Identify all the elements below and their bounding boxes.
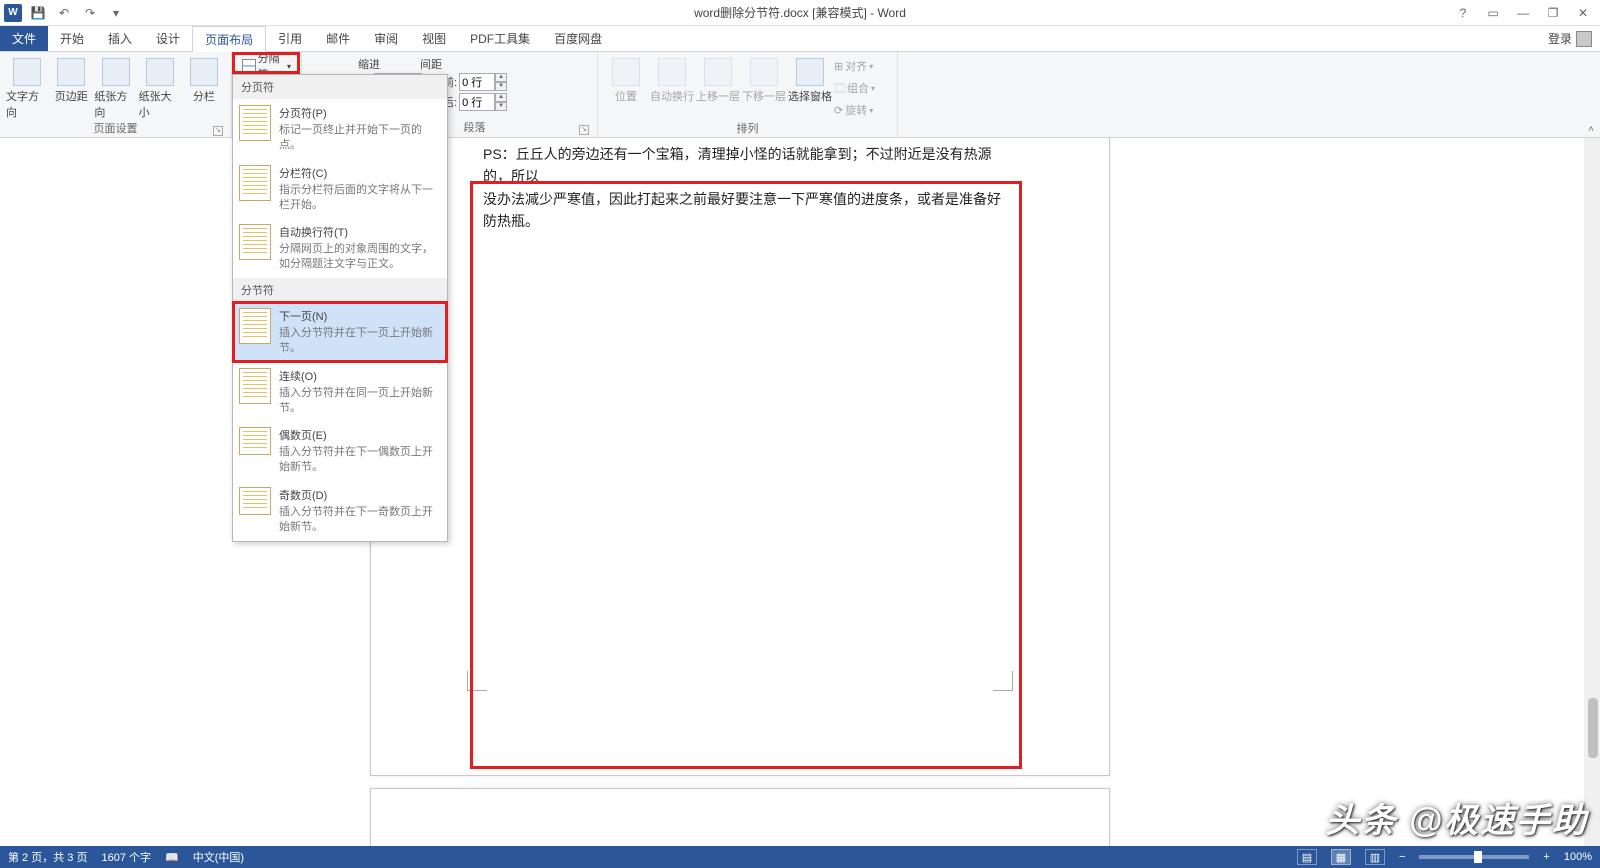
- undo-button[interactable]: ↶: [54, 3, 74, 23]
- send-backward-button: 下移一层: [742, 54, 786, 104]
- orientation-button[interactable]: 纸张方向: [94, 54, 136, 120]
- redo-button[interactable]: ↷: [80, 3, 100, 23]
- print-layout-button[interactable]: ▦: [1331, 849, 1351, 865]
- scrollbar-thumb[interactable]: [1588, 698, 1598, 758]
- position-button: 位置: [604, 54, 648, 104]
- vertical-scrollbar[interactable]: [1584, 138, 1600, 846]
- even-page-icon: [239, 427, 271, 455]
- breaks-dropdown: 分页符 分页符(P)标记一页终止并开始下一页的点。 分栏符(C)指示分栏符后面的…: [232, 74, 448, 542]
- selection-pane-button[interactable]: 选择窗格: [788, 54, 832, 104]
- paragraph-dialog-launcher[interactable]: ↘: [579, 125, 589, 135]
- web-layout-button[interactable]: ▥: [1365, 849, 1385, 865]
- position-icon: [612, 58, 640, 86]
- dd-continuous[interactable]: 连续(O)插入分节符并在同一页上开始新节。: [233, 362, 447, 422]
- tab-insert[interactable]: 插入: [96, 26, 144, 51]
- page-break-icon: [239, 105, 271, 141]
- selection-pane-icon: [796, 58, 824, 86]
- status-bar: 第 2 页，共 3 页 1607 个字 📖 中文(中国) ▤ ▦ ▥ − + 1…: [0, 846, 1600, 868]
- tab-design[interactable]: 设计: [144, 26, 192, 51]
- login-label: 登录: [1548, 30, 1572, 47]
- text-direction-icon: [13, 58, 41, 86]
- tab-references[interactable]: 引用: [266, 26, 314, 51]
- dd-header-section-breaks: 分节符: [233, 278, 447, 302]
- close-button[interactable]: ✕: [1572, 2, 1594, 24]
- page-setup-dialog-launcher[interactable]: ↘: [213, 126, 223, 136]
- page-size-icon: [146, 58, 174, 86]
- zoom-out-button[interactable]: −: [1399, 851, 1405, 863]
- breaks-button[interactable]: 分隔符▾: [238, 56, 295, 76]
- text-direction-button[interactable]: 文字方向: [6, 54, 48, 120]
- qat-more-button[interactable]: ▾: [106, 3, 126, 23]
- tab-home[interactable]: 开始: [48, 26, 96, 51]
- arrange-group-label: 排列: [604, 120, 891, 138]
- page-2[interactable]: ⌐: [370, 788, 1110, 846]
- bring-forward-icon: [704, 58, 732, 86]
- tab-mailings[interactable]: 邮件: [314, 26, 362, 51]
- login-button[interactable]: 登录: [1540, 26, 1600, 51]
- ribbon-tabs: 文件 开始 插入 设计 页面布局 引用 邮件 审阅 视图 PDF工具集 百度网盘…: [0, 26, 1600, 52]
- page-setup-group-label: 页面设置↘: [6, 120, 225, 138]
- send-backward-icon: [750, 58, 778, 86]
- avatar-icon: [1576, 31, 1592, 47]
- tab-file[interactable]: 文件: [0, 26, 48, 51]
- tab-page-layout[interactable]: 页面布局: [192, 26, 266, 52]
- word-app-icon: W: [4, 4, 22, 22]
- text-wrap-break-icon: [239, 224, 271, 260]
- next-page-icon: [239, 308, 271, 344]
- spacing-label: 间距: [420, 56, 442, 72]
- spacing-before-field[interactable]: ▲▼: [459, 73, 507, 91]
- column-break-icon: [239, 165, 271, 201]
- columns-icon: [190, 58, 218, 86]
- dd-column-break[interactable]: 分栏符(C)指示分栏符后面的文字将从下一栏开始。: [233, 159, 447, 219]
- rotate-button: ⟳旋转▾: [834, 100, 875, 120]
- margins-button[interactable]: 页边距: [50, 54, 92, 104]
- size-button[interactable]: 纸张大小: [139, 54, 181, 120]
- save-button[interactable]: 💾: [28, 3, 48, 23]
- spacing-after-field[interactable]: ▲▼: [459, 93, 507, 111]
- help-button[interactable]: ?: [1452, 2, 1474, 24]
- tab-pdf-tools[interactable]: PDF工具集: [458, 26, 542, 51]
- zoom-slider[interactable]: [1419, 855, 1529, 859]
- dd-next-page[interactable]: 下一页(N)插入分节符并在下一页上开始新节。: [233, 302, 447, 362]
- dd-text-wrapping-break[interactable]: 自动换行符(T)分隔网页上的对象周围的文字，如分隔题注文字与正文。: [233, 218, 447, 278]
- orientation-icon: [102, 58, 130, 86]
- language-status[interactable]: 中文(中国): [193, 849, 244, 865]
- minimize-button[interactable]: —: [1512, 2, 1534, 24]
- breaks-icon: [242, 59, 256, 73]
- tab-baidu[interactable]: 百度网盘: [542, 26, 614, 51]
- tab-review[interactable]: 审阅: [362, 26, 410, 51]
- bring-forward-button: 上移一层: [696, 54, 740, 104]
- odd-page-icon: [239, 487, 271, 515]
- dd-header-page-breaks: 分页符: [233, 75, 447, 99]
- margins-icon: [57, 58, 85, 86]
- page-status[interactable]: 第 2 页，共 3 页: [8, 849, 87, 865]
- word-count[interactable]: 1607 个字: [101, 849, 151, 865]
- zoom-in-button[interactable]: +: [1543, 851, 1549, 863]
- group-button: ⿴组合▾: [834, 78, 875, 98]
- proofing-icon[interactable]: 📖: [165, 851, 179, 864]
- watermark: 头条 @极速手助: [1325, 793, 1588, 842]
- zoom-level[interactable]: 100%: [1564, 851, 1592, 863]
- annotation-box: [470, 181, 1022, 769]
- align-button: ⊞对齐▾: [834, 56, 875, 76]
- continuous-icon: [239, 368, 271, 404]
- tab-view[interactable]: 视图: [410, 26, 458, 51]
- collapse-ribbon-button[interactable]: ˄: [1588, 124, 1594, 135]
- restore-button[interactable]: ❐: [1542, 2, 1564, 24]
- indent-label: 缩进: [358, 56, 380, 72]
- columns-button[interactable]: 分栏: [183, 54, 225, 104]
- read-mode-button[interactable]: ▤: [1297, 849, 1317, 865]
- wrap-icon: [658, 58, 686, 86]
- window-title: word删除分节符.docx [兼容模式] - Word: [694, 4, 906, 21]
- dd-odd-page[interactable]: 奇数页(D)插入分节符并在下一奇数页上开始新节。: [233, 481, 447, 541]
- wrap-text-button: 自动换行: [650, 54, 694, 104]
- title-bar: W 💾 ↶ ↷ ▾ word删除分节符.docx [兼容模式] - Word ?…: [0, 0, 1600, 26]
- ribbon-options-button[interactable]: ▭: [1482, 2, 1504, 24]
- dd-page-break[interactable]: 分页符(P)标记一页终止并开始下一页的点。: [233, 99, 447, 159]
- dd-even-page[interactable]: 偶数页(E)插入分节符并在下一偶数页上开始新节。: [233, 421, 447, 481]
